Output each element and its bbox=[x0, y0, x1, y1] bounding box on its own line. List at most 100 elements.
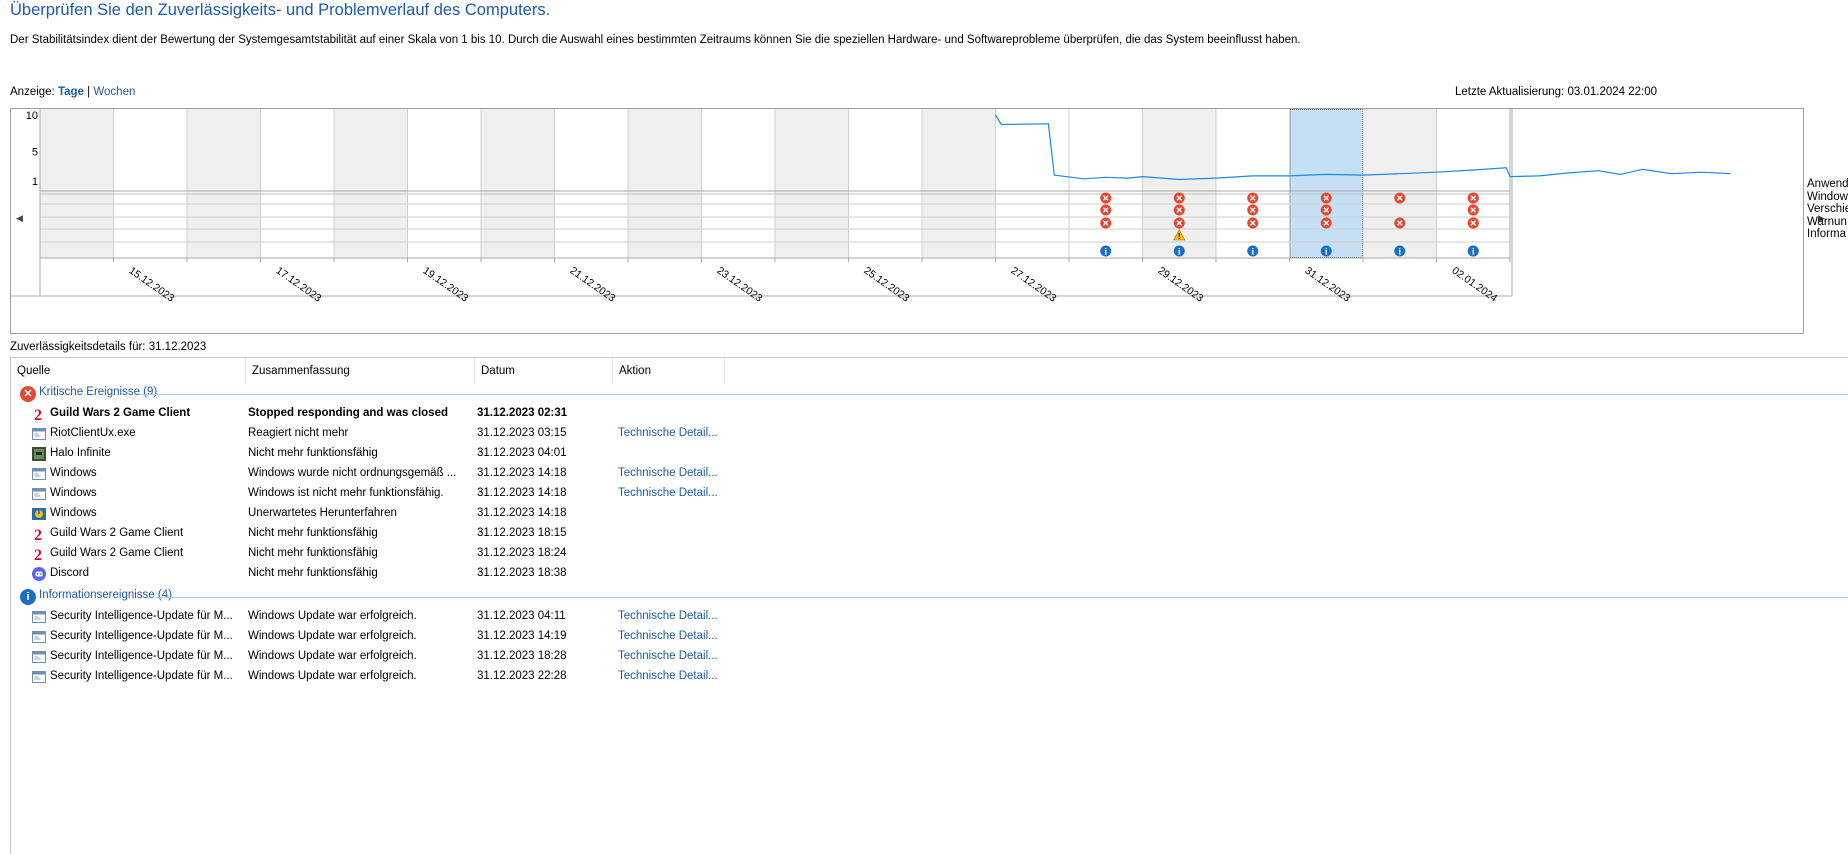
table-row[interactable]: Security Intelligence-Update für M... Win… bbox=[11, 647, 1848, 667]
chart-day-column[interactable] bbox=[260, 109, 335, 258]
table-row[interactable]: Security Intelligence-Update für M... Win… bbox=[11, 667, 1848, 687]
row-source: Windows bbox=[50, 507, 97, 519]
chart-day-column[interactable] bbox=[334, 109, 408, 258]
table-row[interactable]: Security Intelligence-Update für M... Win… bbox=[11, 607, 1848, 627]
group-header-critical[interactable]: ✕ Kritische Ereignisse (9) bbox=[11, 384, 1848, 404]
row-summary: Nicht mehr funktionsfähig bbox=[248, 527, 378, 539]
row-action-link[interactable]: Technische Detail... bbox=[618, 650, 718, 662]
table-row[interactable]: Windows Unerwartetes Herunterfahren 31.12.… bbox=[11, 504, 1848, 524]
table-row[interactable]: Security Intelligence-Update für M... Win… bbox=[11, 627, 1848, 647]
reliability-chart-box: 1051!iiiiiii15.12.202317.12.202319.12.20… bbox=[10, 108, 1804, 334]
chart-day-column[interactable] bbox=[1216, 109, 1290, 258]
column-header-date[interactable]: Datum bbox=[475, 358, 613, 384]
row-source: Security Intelligence-Update für M... bbox=[50, 630, 233, 642]
stability-chart[interactable]: 1051!iiiiiii15.12.202317.12.202319.12.20… bbox=[11, 109, 1803, 333]
view-days-link[interactable]: Tage bbox=[58, 86, 84, 98]
table-row[interactable]: Halo Infinite Nicht mehr funktionsfähig 31… bbox=[11, 444, 1848, 464]
row-source: Guild Wars 2 Game Client bbox=[50, 547, 184, 559]
gw2-icon: 2 bbox=[31, 546, 47, 564]
table-row[interactable]: Windows Windows wurde nicht ordnungsgemäß… bbox=[11, 464, 1848, 484]
row-action-link[interactable]: Technische Detail... bbox=[618, 427, 718, 439]
row-date: 31.12.2023 18:24 bbox=[477, 547, 567, 559]
table-row[interactable]: RiotClientUx.exe Reagiert nicht mehr 31.12… bbox=[11, 424, 1848, 444]
app-window-icon bbox=[31, 669, 47, 685]
chart-day-column[interactable] bbox=[113, 109, 188, 258]
column-header-summary[interactable]: Zusammenfassung bbox=[246, 358, 475, 384]
table-row[interactable]: 2 Guild Wars 2 Game Client Nicht mehr funk… bbox=[11, 544, 1848, 564]
row-action-link[interactable]: Technische Detail... bbox=[618, 670, 718, 682]
chart-day-column[interactable] bbox=[554, 109, 629, 258]
row-source: Security Intelligence-Update für M... bbox=[50, 650, 233, 662]
chart-day-column[interactable] bbox=[1069, 109, 1143, 258]
table-header: Quelle Zusammenfassung Datum Aktion ^ bbox=[11, 358, 1848, 384]
date-label: 15.12.2023 bbox=[127, 265, 177, 305]
selected-day-highlight[interactable] bbox=[1289, 109, 1364, 258]
y-tick-label: 1 bbox=[32, 176, 38, 188]
chart-day-column[interactable] bbox=[481, 109, 555, 258]
svg-text:2: 2 bbox=[34, 547, 42, 562]
group-divider bbox=[139, 394, 1848, 395]
table-row[interactable]: Windows Windows ist nicht mehr funktionsf… bbox=[11, 484, 1848, 504]
chart-day-column[interactable] bbox=[628, 109, 702, 258]
chart-day-column[interactable] bbox=[922, 109, 996, 258]
column-header-source[interactable]: Quelle bbox=[11, 358, 246, 384]
table-row[interactable]: 2 Guild Wars 2 Game Client Nicht mehr funk… bbox=[11, 524, 1848, 544]
row-source: Windows bbox=[50, 467, 97, 479]
chart-day-column[interactable] bbox=[407, 109, 482, 258]
row-summary: Windows wurde nicht ordnungsgemäß ... bbox=[248, 467, 457, 479]
date-label: 31.12.2023 bbox=[1303, 265, 1353, 305]
legend-misc-failures: Verschie bbox=[1807, 203, 1848, 215]
app-window-icon bbox=[31, 466, 47, 482]
date-label: 21.12.2023 bbox=[568, 265, 618, 305]
view-weeks-link[interactable]: Wochen bbox=[93, 86, 135, 98]
legend-information: Informa bbox=[1807, 228, 1846, 240]
row-date: 31.12.2023 22:28 bbox=[477, 670, 567, 682]
column-header-action[interactable]: Aktion bbox=[613, 358, 725, 384]
date-label: 19.12.2023 bbox=[421, 265, 471, 305]
group-divider bbox=[156, 597, 1848, 598]
row-date: 31.12.2023 04:11 bbox=[477, 610, 566, 622]
chart-day-column[interactable] bbox=[995, 109, 1070, 258]
svg-text:2: 2 bbox=[34, 407, 42, 422]
row-source: Halo Infinite bbox=[50, 447, 111, 459]
warning-mark: ! bbox=[1178, 232, 1181, 241]
row-date: 31.12.2023 14:18 bbox=[477, 487, 567, 499]
row-date: 31.12.2023 14:19 bbox=[477, 630, 567, 642]
group-label: Informationsereignisse (4) bbox=[39, 589, 172, 601]
scroll-left-arrow[interactable]: ◀ bbox=[16, 213, 23, 224]
chart-day-column[interactable] bbox=[1363, 109, 1437, 258]
row-source: RiotClientUx.exe bbox=[50, 427, 136, 439]
app-window-icon bbox=[31, 426, 47, 442]
page-description: Der Stabilitätsindex dient der Bewertung… bbox=[10, 34, 1301, 46]
row-source: Guild Wars 2 Game Client bbox=[50, 407, 191, 419]
chart-day-column[interactable] bbox=[775, 109, 849, 258]
chart-day-column[interactable] bbox=[848, 109, 923, 258]
table-row[interactable]: Discord Nicht mehr funktionsfähig 31.12.20… bbox=[11, 564, 1848, 584]
row-source: Guild Wars 2 Game Client bbox=[50, 527, 184, 539]
row-source: Security Intelligence-Update für M... bbox=[50, 670, 233, 682]
row-action-link[interactable]: Technische Detail... bbox=[618, 610, 718, 622]
row-summary: Nicht mehr funktionsfähig bbox=[248, 547, 378, 559]
chart-day-column[interactable] bbox=[701, 109, 776, 258]
sort-indicator-icon: ^ bbox=[539, 357, 544, 362]
view-selector: Anzeige: Tage | Wochen bbox=[10, 86, 135, 98]
date-label: 17.12.2023 bbox=[274, 265, 324, 305]
table-row[interactable]: 2 Guild Wars 2 Game Client Stopped respond… bbox=[11, 404, 1848, 424]
row-date: 31.12.2023 18:38 bbox=[477, 567, 567, 579]
chart-day-column[interactable] bbox=[40, 109, 114, 258]
row-summary: Windows Update war erfolgreich. bbox=[248, 630, 417, 642]
row-source: Discord bbox=[50, 567, 89, 579]
row-source: Security Intelligence-Update für M... bbox=[50, 610, 233, 622]
group-header-info[interactable]: i Informationsereignisse (4) bbox=[11, 587, 1848, 607]
row-action-link[interactable]: Technische Detail... bbox=[618, 487, 718, 499]
row-action-link[interactable]: Technische Detail... bbox=[618, 630, 718, 642]
row-action-link[interactable]: Technische Detail... bbox=[618, 467, 718, 479]
chart-day-column[interactable] bbox=[1436, 109, 1511, 258]
row-date: 31.12.2023 18:15 bbox=[477, 527, 567, 539]
legend-app-failures: Anwend bbox=[1807, 178, 1848, 190]
date-label: 27.12.2023 bbox=[1009, 265, 1059, 305]
date-label: 02.01.2024 bbox=[1450, 265, 1500, 305]
row-summary: Reagiert nicht mehr bbox=[248, 427, 349, 439]
row-summary: Stopped responding and was closed bbox=[248, 407, 448, 419]
chart-day-column[interactable] bbox=[187, 109, 261, 258]
